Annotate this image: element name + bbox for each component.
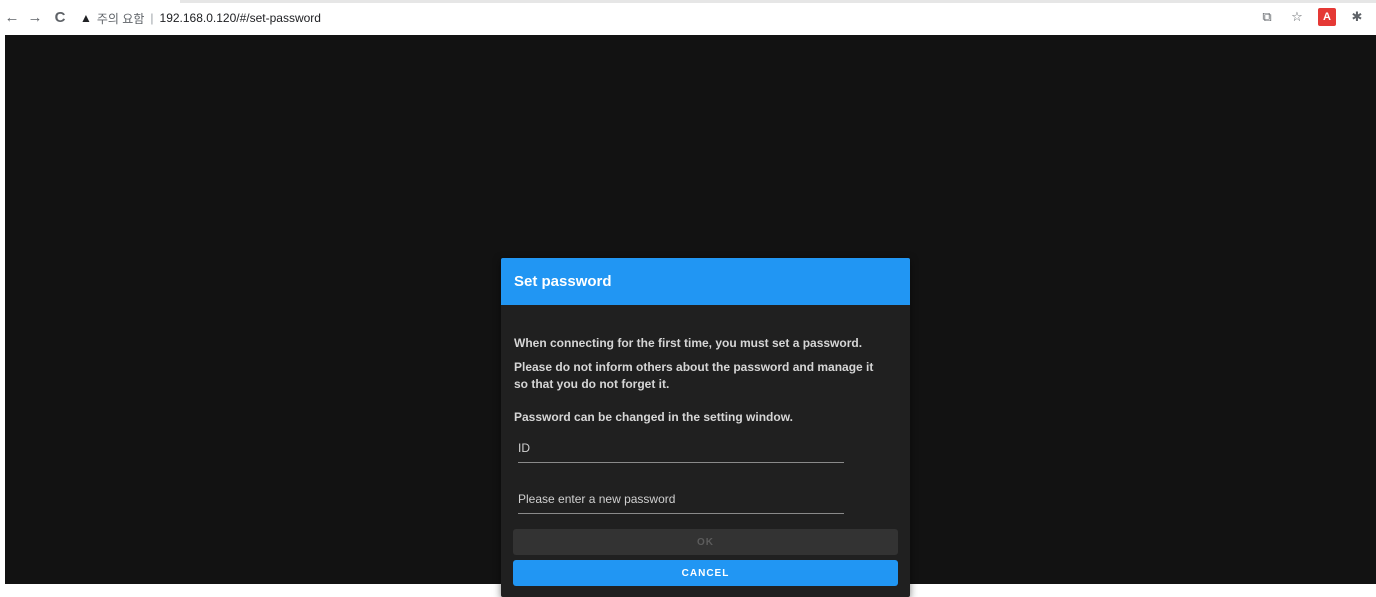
translate-icon[interactable]: ⧉ xyxy=(1258,8,1276,26)
id-field xyxy=(518,436,844,463)
pdf-extension-icon[interactable]: A xyxy=(1318,8,1336,26)
back-icon[interactable]: ← xyxy=(3,9,21,27)
address-bar[interactable]: ▲ 주의 요함 | 192.168.0.120/#/set-password xyxy=(80,7,321,29)
password-field xyxy=(518,487,844,514)
extensions-icon[interactable]: ✱ xyxy=(1348,8,1366,26)
forward-icon[interactable]: → xyxy=(26,9,44,27)
loading-bar xyxy=(180,0,1376,3)
security-status[interactable]: 주의 요함 xyxy=(97,10,145,27)
message-first-time: When connecting for the first time, you … xyxy=(514,336,863,350)
dialog-title: Set password xyxy=(514,273,612,290)
dialog-header: Set password xyxy=(501,258,910,305)
address-separator: | xyxy=(150,11,154,25)
toolbar-actions: ⧉ ☆ A ✱ xyxy=(1258,8,1366,26)
url-text[interactable]: 192.168.0.120/#/set-password xyxy=(160,11,321,25)
reload-icon[interactable]: C xyxy=(51,9,69,27)
message-keep-secret: Please do not inform others about the pa… xyxy=(514,360,874,391)
ok-button[interactable]: OK xyxy=(513,529,898,555)
warning-icon: ▲ xyxy=(80,11,92,25)
set-password-dialog: Set password When connecting for the fir… xyxy=(501,258,910,597)
page-content: Set password When connecting for the fir… xyxy=(5,35,1376,597)
message-change-setting: Password can be changed in the setting w… xyxy=(514,410,793,424)
id-input[interactable] xyxy=(518,436,844,460)
star-icon[interactable]: ☆ xyxy=(1288,8,1306,26)
cancel-button[interactable]: CANCEL xyxy=(513,560,898,586)
browser-toolbar: ← → C ▲ 주의 요함 | 192.168.0.120/#/set-pass… xyxy=(0,0,1376,35)
password-input[interactable] xyxy=(518,487,844,511)
